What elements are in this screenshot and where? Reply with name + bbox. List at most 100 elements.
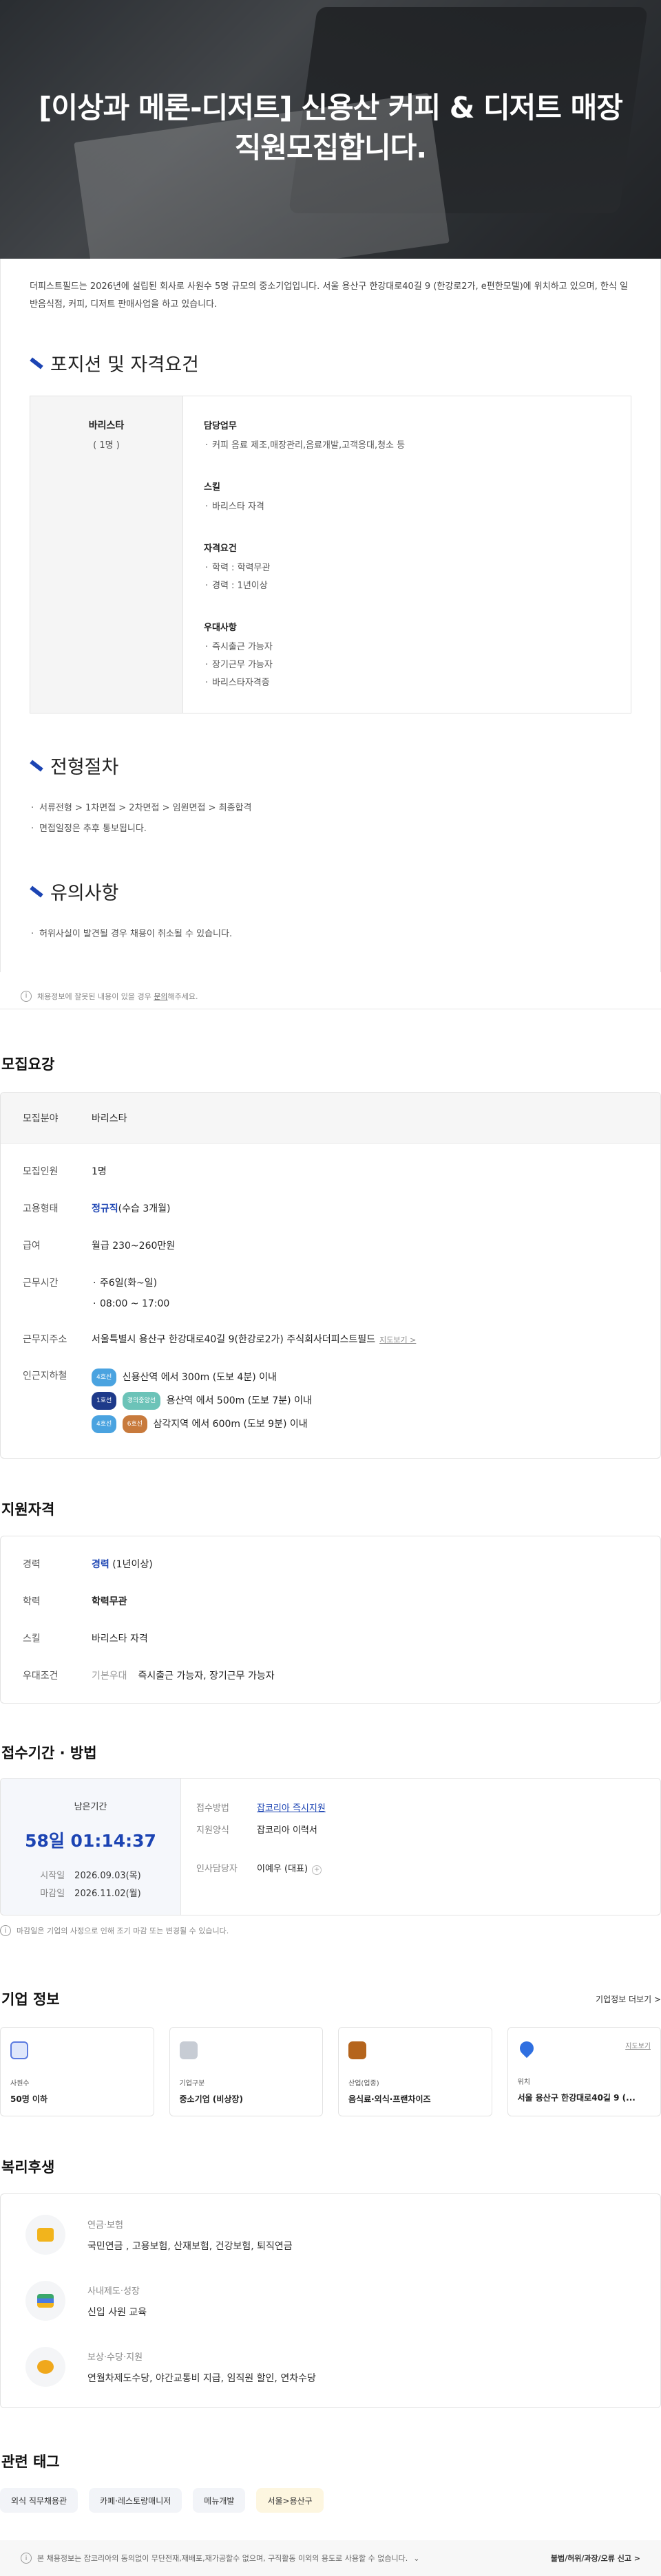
subway-item: 1호선 경의중앙선 용산역 에서 500m (도보 7분) 이내 (92, 1392, 312, 1410)
tag-item[interactable]: 메뉴개발 (193, 2488, 245, 2513)
section-title-period: 접수기간 · 방법 (0, 1742, 661, 1763)
section-title-cautions: 유의사항 (30, 878, 631, 905)
line-badge: 6호선 (123, 1415, 147, 1433)
list-item: 장기근무 가능자 (204, 656, 610, 674)
slash-icon (30, 760, 43, 771)
list-item: 08:00 ~ 17:00 (92, 1296, 169, 1311)
apply-now-link[interactable]: 잡코리아 즉시지원 (257, 1803, 326, 1814)
section-title-requirements: 모집요강 (0, 1053, 661, 1074)
location-pin-icon (516, 2039, 536, 2058)
line-badge: 경의중앙선 (123, 1392, 160, 1410)
company-card-location: 지도보기 위치 서울 용산구 한강대로40길 9 (... (507, 2027, 661, 2116)
company-more-link[interactable]: 기업정보 더보기 > (596, 1993, 661, 2005)
position-table: 바리스타 ( 1명 ) 담당업무 커피 음료 제조,매장관리,음료개발,고객응대… (30, 396, 631, 713)
list-item: 경력 : 1년이상 (204, 577, 610, 595)
method-row: 접수방법 잡코리아 즉시지원 (196, 1801, 645, 1817)
subway-item: 4호선 6호선 삼각지역 에서 600m (도보 9분) 이내 (92, 1415, 312, 1433)
list-item: 바리스타자격증 (204, 674, 610, 692)
job-title: [이상과 메론-디저트] 신용산 커피 & 디저트 매장 직원모집합니다. (0, 88, 661, 168)
list-item: 즉시출근 가능자 (204, 638, 610, 656)
section-title-tags: 관련 태그 (0, 2451, 661, 2471)
briefcase-icon (348, 2041, 366, 2059)
address-row: 근무지주소 서울특별시 용산구 한강대로40길 9(한강로2가) 주식회사더피스… (1, 1332, 660, 1348)
map-link[interactable]: 지도보기 (625, 2040, 651, 2050)
tag-item[interactable]: 서울>용산구 (256, 2488, 323, 2513)
education-row: 학력 학력무관 (1, 1594, 660, 1609)
hero-banner: [이상과 메론-디저트] 신용산 커피 & 디저트 매장 직원모집합니다. (0, 0, 661, 259)
info-icon: i (0, 1925, 11, 1936)
report-notice: i 채용정보에 잘못된 내용이 있을 경우 문의해주세요. (0, 972, 661, 1009)
pension-icon (37, 2228, 54, 2242)
line-badge: 4호선 (92, 1368, 116, 1386)
tag-item[interactable]: 카페·레스토랑매니저 (89, 2488, 182, 2513)
countdown-panel: 남은기간 58일 01:14:37 시작일2026.09.03(목) 마감일20… (1, 1779, 181, 1915)
employment-type-row: 고용형태 정규직(수습 3개월) (1, 1201, 660, 1216)
line-badge: 4호선 (92, 1415, 116, 1433)
company-info-section: 기업 정보 기업정보 더보기 > 사원수 50명 이하 기업구분 중소기업 (비… (0, 1988, 661, 2116)
welfare-section: 복리후생 연금·보험 국민연금 , 고용보험, 산재보험, 건강보험, 퇴직연금… (0, 2156, 661, 2408)
map-link[interactable]: 지도보기 > (379, 1335, 416, 1344)
career-row: 경력 경력 (1년이상) (1, 1557, 660, 1572)
duties-group: 담당업무 커피 음료 제조,매장관리,음료개발,고객응대,청소 등 (204, 418, 610, 455)
line-badge: 1호선 (92, 1392, 116, 1410)
expand-contact-icon[interactable]: + (312, 1865, 322, 1875)
company-card-type: 기업구분 중소기업 (비상장) (169, 2027, 324, 2116)
inquiry-link[interactable]: 문의 (154, 992, 167, 1001)
requirements-header-row: 모집분야 바리스타 (1, 1093, 660, 1144)
preference-row: 우대조건 기본우대즉시출근 가능자, 장기근무 가능자 (1, 1668, 660, 1684)
headcount-row: 모집인원 1명 (1, 1164, 660, 1179)
welfare-item: 연금·보험 국민연금 , 고용보험, 산재보험, 건강보험, 퇴직연금 (25, 2215, 636, 2255)
report-link[interactable]: 불법/허위/과장/오류 신고 > (551, 2553, 640, 2564)
related-tags-section: 관련 태그 외식 직무채용관 카페·레스토랑매니저 메뉴개발 서울>용산구 (0, 2451, 661, 2513)
list-item: 서류전형 > 1차면접 > 2차면접 > 임원면접 > 최종합격 (30, 798, 631, 819)
skill-row: 스킬 바리스타 자격 (1, 1631, 660, 1646)
form-row: 지원양식 잡코리아 이력서 (196, 1823, 645, 1839)
application-period-section: 접수기간 · 방법 남은기간 58일 01:14:37 시작일2026.09.0… (0, 1742, 661, 1936)
list-item: 학력 : 학력무관 (204, 559, 610, 577)
requirements-card: 모집분야 바리스타 모집인원 1명 고용형태 정규직(수습 3개월) 급여 월급… (0, 1092, 661, 1459)
building-icon (180, 2041, 198, 2059)
company-intro: 더피스트필드는 2026년에 설립된 회사로 사원수 5명 규모의 중소기업입니… (30, 278, 631, 314)
info-icon: i (21, 2553, 32, 2564)
welfare-item: 보상·수당·지원 연월차제도수당, 야간교통비 지급, 임직원 할인, 연차수당 (25, 2347, 636, 2387)
welfare-item: 사내제도·성장 신입 사원 교육 (25, 2281, 636, 2321)
start-date: 시작일2026.09.03(목) (1, 1867, 180, 1885)
position-name: 바리스타 (30, 418, 182, 432)
info-icon: i (21, 991, 32, 1002)
eligibility-section: 지원자격 경력 경력 (1년이상) 학력 학력무관 스킬 바리스타 자격 우대조… (0, 1499, 661, 1704)
slash-icon (30, 886, 43, 897)
section-title-welfare: 복리후생 (0, 2156, 661, 2177)
position-details: 담당업무 커피 음료 제조,매장관리,음료개발,고객응대,청소 등 스킬 바리스… (183, 396, 631, 713)
slash-icon (30, 357, 43, 369)
preferences-group: 우대사항 즉시출근 가능자 장기근무 가능자 바리스타자격증 (204, 620, 610, 692)
subway-row: 인근지하철 4호선 신용산역 에서 300m (도보 4분) 이내 1호선 경의… (1, 1368, 660, 1439)
deadline-notice: i 마감일은 기업의 사정으로 인해 조기 마감 또는 변경될 수 있습니다. (0, 1925, 661, 1936)
list-item: 커피 음료 제조,매장관리,음료개발,고객응대,청소 등 (204, 437, 610, 455)
countdown-timer: 58일 01:14:37 (1, 1827, 180, 1852)
requirements-section: 모집요강 모집분야 바리스타 모집인원 1명 고용형태 정규직(수습 3개월) … (0, 1053, 661, 1459)
list-item: 바리스타 자격 (204, 498, 610, 516)
application-method-panel: 접수방법 잡코리아 즉시지원 지원양식 잡코리아 이력서 인사담당자 이예우 (… (181, 1779, 660, 1915)
subway-item: 4호선 신용산역 에서 300m (도보 4분) 이내 (92, 1368, 312, 1386)
contact-row: 인사담당자 이예우 (대표)+ (196, 1861, 645, 1878)
salary-row: 급여 월급 230~260만원 (1, 1238, 660, 1254)
tag-list: 외식 직무채용관 카페·레스토랑매니저 메뉴개발 서울>용산구 (0, 2488, 661, 2513)
money-bag-icon (37, 2360, 54, 2374)
growth-icon (37, 2294, 54, 2308)
company-cards: 사원수 50명 이하 기업구분 중소기업 (비상장) 산업(업종) 음식료·외식… (0, 2027, 661, 2116)
qualifications-group: 자격요건 학력 : 학력무관 경력 : 1년이상 (204, 541, 610, 595)
section-title-positions: 포지션 및 자격요건 (30, 350, 631, 376)
skills-group: 스킬 바리스타 자격 (204, 480, 610, 516)
work-hours-row: 근무시간 주6일(화~일) 08:00 ~ 17:00 (1, 1276, 660, 1311)
section-title-eligibility: 지원자격 (0, 1499, 661, 1519)
section-title-company: 기업 정보 (0, 1988, 61, 2009)
company-card-industry: 산업(업종) 음식료·외식·프랜차이즈 (338, 2027, 492, 2116)
chevron-down-icon[interactable]: ⌄ (413, 2554, 419, 2563)
period-card: 남은기간 58일 01:14:37 시작일2026.09.03(목) 마감일20… (0, 1778, 661, 1915)
list-item: 주6일(화~일) (92, 1276, 169, 1291)
company-card-employees: 사원수 50명 이하 (0, 2027, 154, 2116)
eligibility-card: 경력 경력 (1년이상) 학력 학력무관 스킬 바리스타 자격 우대조건 기본우… (0, 1536, 661, 1704)
people-icon (10, 2041, 28, 2059)
tag-item[interactable]: 외식 직무채용관 (0, 2488, 78, 2513)
welfare-card: 연금·보험 국민연금 , 고용보험, 산재보험, 건강보험, 퇴직연금 사내제도… (0, 2193, 661, 2408)
